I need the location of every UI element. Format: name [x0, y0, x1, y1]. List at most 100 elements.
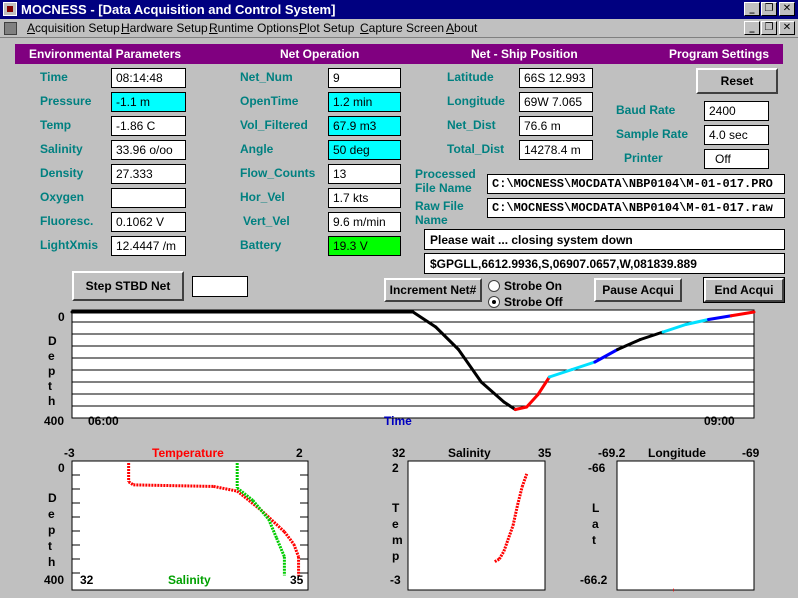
- ll-xlabel: Longitude: [648, 446, 706, 460]
- step-net-input[interactable]: [192, 276, 248, 297]
- ll-x-max: -69: [742, 446, 760, 460]
- battery-label: Battery: [240, 238, 282, 252]
- ll-plot-frame: [616, 460, 755, 591]
- st-y-top: 2: [392, 461, 399, 475]
- lightxmis-value: 12.4447 /m: [111, 236, 186, 256]
- menu-acquisition-setup[interactable]: Acquisition Setup: [27, 21, 120, 35]
- ts-temp-min: -3: [64, 446, 75, 460]
- depth-plot-frame: [71, 309, 755, 419]
- st-y-bottom: -3: [390, 573, 401, 587]
- ll-ylabel: Lat: [592, 501, 599, 547]
- processed-file-label-2: File Name: [415, 181, 472, 195]
- opentime-label: OpenTime: [240, 94, 299, 108]
- depth-x-left: 06:00: [88, 414, 119, 428]
- mdi-close-icon[interactable]: ✕: [779, 21, 795, 35]
- document-icon: [4, 22, 17, 35]
- menu-hardware-setup[interactable]: Hardware Setup: [121, 21, 208, 35]
- menu-about[interactable]: About: [446, 21, 477, 35]
- time-label: Time: [40, 70, 68, 84]
- st-xlabel: Salinity: [448, 446, 491, 460]
- fluoresc-label: Fluoresc.: [40, 214, 94, 228]
- net-dist-label: Net_Dist: [447, 118, 496, 132]
- flow-counts-value: 13: [328, 164, 401, 184]
- density-value: 27.333: [111, 164, 186, 184]
- menu-runtime-options[interactable]: Runtime Options: [209, 21, 298, 35]
- processed-file-label-1: Processed: [415, 167, 476, 181]
- net-num-value: 9: [328, 68, 401, 88]
- reset-button[interactable]: Reset: [696, 68, 778, 94]
- printer-value: Off: [704, 149, 769, 169]
- minimize-icon[interactable]: _: [744, 2, 760, 16]
- longitude-label: Longitude: [447, 94, 505, 108]
- close-icon[interactable]: ✕: [779, 2, 795, 16]
- ts-y-top: 0: [58, 461, 65, 475]
- pause-acqui-button[interactable]: Pause Acqui: [594, 278, 682, 302]
- angle-value: 50 deg: [328, 140, 401, 160]
- latitude-label: Latitude: [447, 70, 494, 84]
- st-ylabel: Temp: [392, 501, 403, 563]
- menu-plot-setup[interactable]: Plot Setup: [299, 21, 354, 35]
- temp-salinity-depth-plot: -3 Temperature 2 0 400 Depth 32 Salinity…: [44, 446, 309, 591]
- salinity-value: 33.96 o/oo: [111, 140, 186, 160]
- ts-temp-label: Temperature: [152, 446, 224, 460]
- ts-sal-min: 32: [80, 573, 94, 587]
- oxygen-label: Oxygen: [40, 190, 85, 204]
- depth-ylabel: Depth: [48, 334, 57, 408]
- lightxmis-label: LightXmis: [40, 238, 99, 252]
- mdi-minimize-icon[interactable]: _: [744, 21, 760, 35]
- ll-y-top: -66: [588, 461, 606, 475]
- density-label: Density: [40, 166, 84, 180]
- step-stbd-net-button[interactable]: Step STBD Net: [72, 271, 184, 301]
- total-dist-label: Total_Dist: [447, 142, 505, 156]
- end-acqui-button[interactable]: End Acqui: [703, 277, 785, 303]
- status-message: Please wait ... closing system down: [424, 229, 785, 250]
- menu-bar: Acquisition Setup Hardware Setup Runtime…: [0, 19, 798, 38]
- baud-rate-label: Baud Rate: [616, 103, 676, 117]
- oxygen-value: [111, 188, 186, 208]
- salinity-label: Salinity: [40, 142, 83, 156]
- longitude-value: 69W 7.065: [519, 92, 593, 112]
- restore-icon[interactable]: ❐: [761, 2, 777, 16]
- processed-file-value: C:\MOCNESS\MOCDATA\NBP0104\M-01-017.PRO: [487, 174, 785, 194]
- mdi-restore-icon[interactable]: ❐: [761, 21, 777, 35]
- raw-file-label-1: Raw File: [415, 199, 464, 213]
- net-num-label: Net_Num: [240, 70, 293, 84]
- section-environmental: Environmental Parameters: [29, 47, 182, 61]
- printer-label: Printer: [624, 151, 663, 165]
- raw-file-label-2: Name: [415, 213, 448, 227]
- vol-filtered-value: 67.9 m3: [328, 116, 401, 136]
- temp-label: Temp: [40, 118, 72, 132]
- app-icon: [3, 2, 17, 16]
- vert-vel-label: Vert_Vel: [243, 214, 290, 228]
- depth-xlabel: Time: [384, 414, 412, 428]
- ts-sal-max: 35: [290, 573, 304, 587]
- baud-rate-value: 2400: [704, 101, 769, 121]
- sample-rate-label: Sample Rate: [616, 127, 689, 141]
- pressure-value: -1.1 m: [111, 92, 186, 112]
- depth-y-bottom: 400: [44, 414, 64, 428]
- vol-filtered-label: Vol_Filtered: [240, 118, 308, 132]
- increment-net-button[interactable]: Increment Net#: [384, 278, 482, 302]
- opentime-value: 1.2 min: [328, 92, 401, 112]
- ts-ylabel: Depth: [48, 491, 57, 569]
- total-dist-value: 14278.4 m: [519, 140, 593, 160]
- vert-vel-value: 9.6 m/min: [328, 212, 401, 232]
- nmea-message: $GPGLL,6612.9936,S,06907.0657,W,081839.8…: [424, 253, 785, 274]
- ts-temp-max: 2: [296, 446, 303, 460]
- pressure-label: Pressure: [40, 94, 92, 108]
- section-net-operation: Net Operation: [280, 47, 360, 61]
- raw-file-value: C:\MOCNESS\MOCDATA\NBP0104\M-01-017.raw: [487, 198, 785, 218]
- st-x-min: 32: [392, 446, 406, 460]
- section-net-ship: Net - Ship Position: [471, 47, 578, 61]
- menu-capture-screen[interactable]: Capture Screen: [360, 21, 444, 35]
- section-header-band: Environmental Parameters Net Operation N…: [15, 44, 783, 64]
- fluoresc-value: 0.1062 V: [111, 212, 186, 232]
- lon-lat-plot: -69.2 Longitude -69 -66 -66.2 Lat: [580, 446, 760, 592]
- strobe-on-radio[interactable]: Strobe On: [488, 279, 562, 293]
- sample-rate-value: 4.0 sec: [704, 125, 769, 145]
- window-title: MOCNESS - [Data Acquisition and Control …: [21, 2, 336, 17]
- temp-value: -1.86 C: [111, 116, 186, 136]
- ts-y-bottom: 400: [44, 573, 64, 587]
- ts-sal-label: Salinity: [168, 573, 211, 587]
- latitude-value: 66S 12.993: [519, 68, 593, 88]
